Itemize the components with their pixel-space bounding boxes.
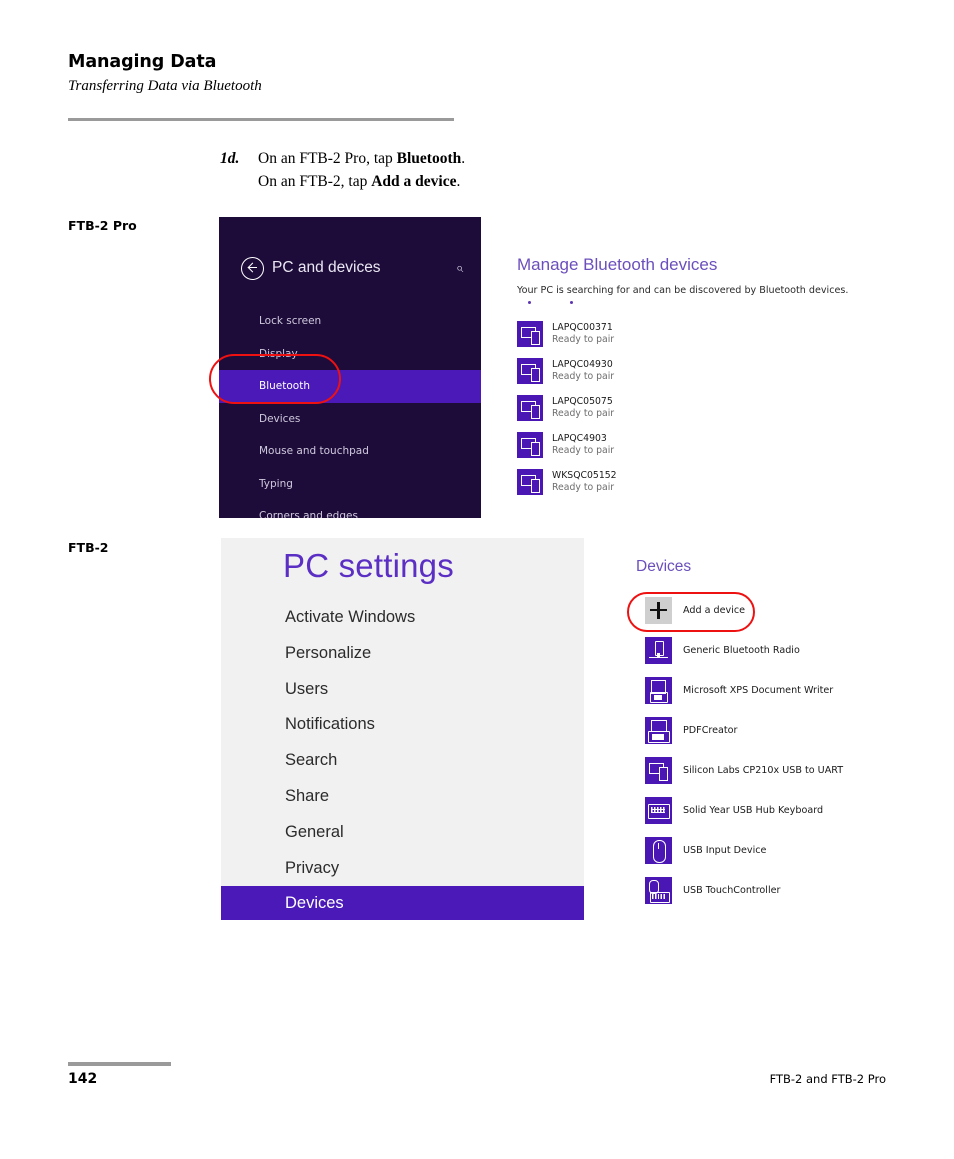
- sidebar-item-corners-and-edges[interactable]: Corners and edges: [219, 500, 481, 518]
- figure-label-ftb2: FTB-2: [68, 540, 109, 555]
- searching-progress-dots: [517, 299, 847, 307]
- sidebar-item-typing[interactable]: Typing: [219, 468, 481, 501]
- step-instruction: 1d. On an FTB-2 Pro, tap Bluetooth. On an…: [220, 147, 465, 193]
- device-name: WKSQC05152: [552, 469, 617, 481]
- sidebar-item-devices[interactable]: Devices: [221, 886, 584, 920]
- back-arrow-icon[interactable]: [241, 256, 264, 280]
- list-item[interactable]: LAPQC00371 Ready to pair: [517, 317, 847, 350]
- mouse-keyboard-icon: [645, 876, 672, 904]
- monitor-phone-icon: [517, 468, 543, 495]
- pane-heading: Manage Bluetooth devices: [517, 255, 718, 274]
- section-title: Transferring Data via Bluetooth: [68, 78, 262, 94]
- list-item[interactable]: WKSQC05152 Ready to pair: [517, 465, 847, 498]
- device-status: Ready to pair: [552, 481, 615, 493]
- device-status: Ready to pair: [552, 333, 615, 345]
- step-line-2: On an FTB-2, tap Add a device.: [258, 173, 461, 190]
- sidebar-item-mouse-and-touchpad[interactable]: Mouse and touchpad: [219, 435, 481, 468]
- sidebar-item-share[interactable]: Share: [221, 779, 584, 815]
- pc-settings-title: PC settings: [283, 547, 454, 584]
- devices-pane: Devices Add a device Generic Bluetooth R…: [636, 558, 946, 910]
- step-line-1: On an FTB-2 Pro, tap Bluetooth.: [258, 150, 466, 167]
- device-name: USB Input Device: [683, 844, 767, 856]
- plus-icon: [645, 596, 672, 624]
- sidebar-item-notifications[interactable]: Notifications: [221, 707, 584, 743]
- monitor-phone-icon: [517, 394, 543, 421]
- list-item[interactable]: LAPQC4903 Ready to pair: [517, 428, 847, 461]
- printer-icon: [645, 716, 672, 744]
- search-icon[interactable]: ⌕: [456, 260, 463, 276]
- sidebar-item-devices[interactable]: Devices: [219, 403, 481, 436]
- list-item[interactable]: USB Input Device: [636, 830, 946, 870]
- ftb2-screenshot: PC settings Activate Windows Personalize…: [221, 538, 584, 920]
- pane-heading: Devices: [636, 558, 692, 575]
- list-item[interactable]: LAPQC04930 Ready to pair: [517, 354, 847, 387]
- list-item[interactable]: Solid Year USB Hub Keyboard: [636, 790, 946, 830]
- device-name: LAPQC4903: [552, 432, 607, 444]
- list-item[interactable]: LAPQC05075 Ready to pair: [517, 391, 847, 424]
- sidebar-item-display[interactable]: Display: [219, 338, 481, 371]
- monitor-phone-icon: [645, 756, 672, 784]
- device-name: LAPQC04930: [552, 358, 613, 370]
- sidebar-item-bluetooth[interactable]: Bluetooth: [219, 370, 481, 403]
- page-number: 142: [68, 1071, 98, 1087]
- pc-settings-nav-list: Activate Windows Personalize Users Notif…: [221, 600, 584, 920]
- sidebar-item-privacy[interactable]: Privacy: [221, 851, 584, 887]
- sidebar-item-lock-screen[interactable]: Lock screen: [219, 305, 481, 338]
- bluetooth-device-list: LAPQC00371 Ready to pair LAPQC04930 Read…: [517, 317, 847, 498]
- document-writer-icon: [645, 676, 672, 704]
- list-item[interactable]: Generic Bluetooth Radio: [636, 630, 946, 670]
- mouse-icon: [645, 836, 672, 864]
- page-header: Managing Data Transferring Data via Blue…: [68, 52, 458, 95]
- step-number: 1d.: [220, 150, 240, 167]
- bluetooth-radio-icon: [645, 636, 672, 664]
- device-name: PDFCreator: [683, 724, 738, 736]
- list-item[interactable]: PDFCreator: [636, 710, 946, 750]
- devices-list: Add a device Generic Bluetooth Radio Mic…: [636, 590, 946, 910]
- manage-bluetooth-devices-pane: Manage Bluetooth devices Your PC is sear…: [517, 255, 849, 502]
- device-name: Solid Year USB Hub Keyboard: [683, 804, 824, 816]
- page-title: PC and devices: [272, 259, 381, 276]
- monitor-phone-icon: [517, 320, 543, 347]
- device-status: Ready to pair: [552, 370, 615, 382]
- sidebar-item-activate-windows[interactable]: Activate Windows: [221, 600, 584, 636]
- bluetooth-status-text: Your PC is searching for and can be disc…: [517, 285, 849, 296]
- pc-and-devices-titlebar: PC and devices ⌕: [219, 253, 481, 283]
- list-item[interactable]: Silicon Labs CP210x USB to UART: [636, 750, 946, 790]
- device-name: LAPQC00371: [552, 321, 613, 333]
- pc-settings-nav-list: Lock screen Display Bluetooth Devices Mo…: [219, 305, 481, 518]
- device-name: Silicon Labs CP210x USB to UART: [683, 764, 844, 776]
- add-a-device-button[interactable]: Add a device: [636, 590, 946, 630]
- ftb2-pro-screenshot: PC and devices ⌕ Lock screen Display Blu…: [219, 217, 481, 518]
- footer-divider: [68, 1062, 171, 1066]
- device-name: USB TouchController: [683, 884, 781, 896]
- sidebar-item-personalize[interactable]: Personalize: [221, 636, 584, 672]
- list-item[interactable]: USB TouchController: [636, 870, 946, 910]
- device-name: Generic Bluetooth Radio: [683, 644, 800, 656]
- device-name: LAPQC05075: [552, 395, 613, 407]
- list-item[interactable]: Microsoft XPS Document Writer: [636, 670, 946, 710]
- footer-product-name: FTB-2 and FTB-2 Pro: [769, 1072, 886, 1086]
- figure-label-ftb2-pro: FTB-2 Pro: [68, 218, 137, 233]
- sidebar-item-users[interactable]: Users: [221, 672, 584, 708]
- chapter-title: Managing Data: [68, 52, 217, 72]
- sidebar-item-general[interactable]: General: [221, 815, 584, 851]
- device-status: Ready to pair: [552, 407, 615, 419]
- keyboard-icon: [645, 796, 672, 824]
- header-divider: [68, 118, 454, 121]
- device-status: Ready to pair: [552, 444, 615, 456]
- monitor-phone-icon: [517, 431, 543, 458]
- monitor-phone-icon: [517, 357, 543, 384]
- sidebar-item-search[interactable]: Search: [221, 743, 584, 779]
- device-name: Add a device: [683, 604, 746, 616]
- device-name: Microsoft XPS Document Writer: [683, 684, 834, 696]
